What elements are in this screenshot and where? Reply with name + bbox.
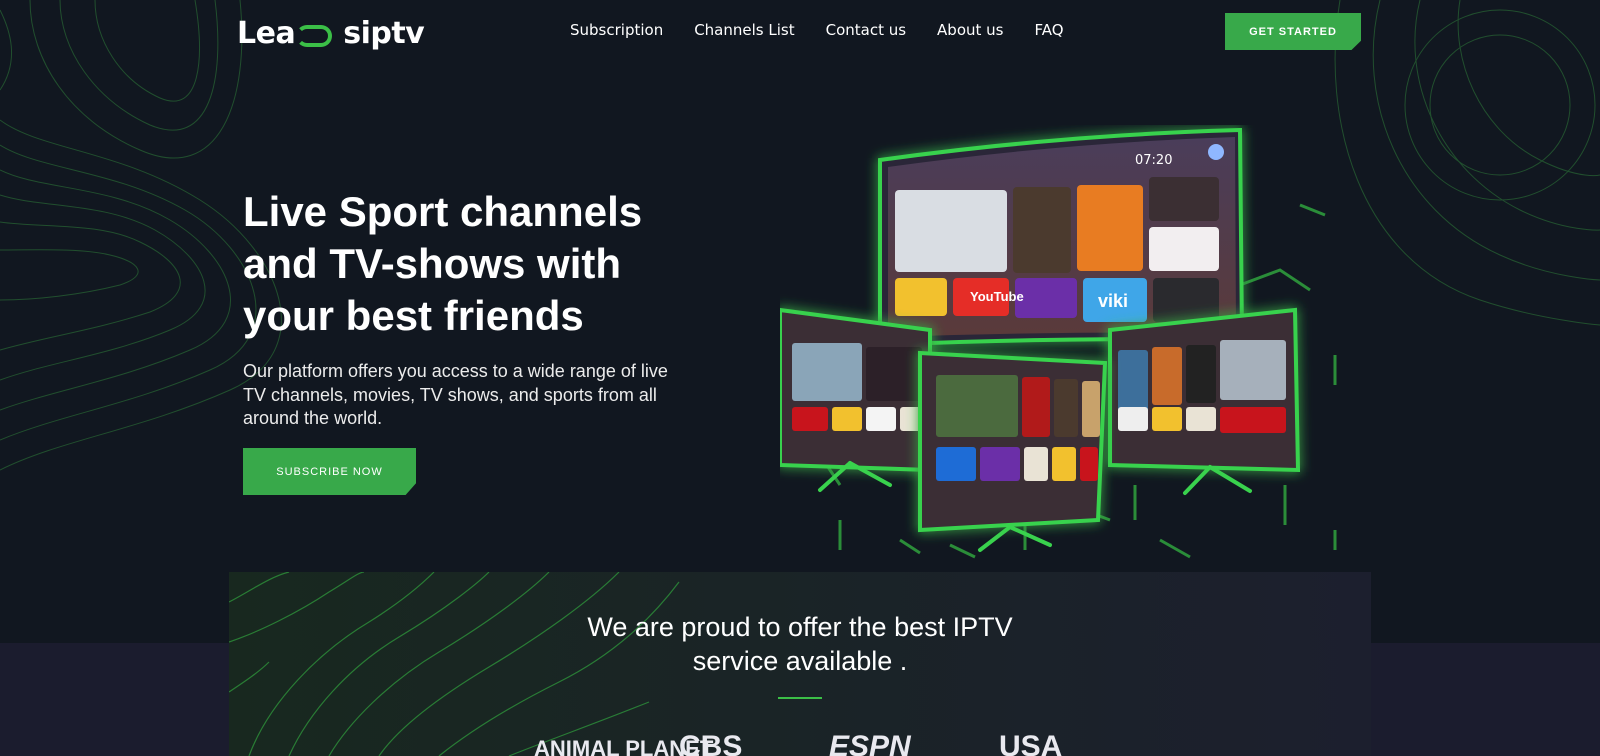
hero-title-line: and TV-shows with [243,240,622,287]
tile-youtube: YouTube [970,289,1024,304]
tile-viki: viki [1098,291,1128,311]
brand-usa-logo: USA [999,730,1063,756]
main-nav: Subscription Channels List Contact us Ab… [570,21,1064,39]
subscribe-now-button[interactable]: SUBSCRIBE NOW [243,448,416,495]
site-logo[interactable]: Lea siptv [237,14,425,52]
hero-title: Live Sport channels and TV-shows with yo… [243,186,703,342]
get-started-button[interactable]: GET STARTED [1225,13,1361,50]
proud-section: We are proud to offer the best IPTV serv… [229,572,1371,756]
proud-divider [778,697,822,699]
nav-about-us[interactable]: About us [937,21,1003,39]
nav-contact-us[interactable]: Contact us [826,21,906,39]
nav-subscription[interactable]: Subscription [570,21,663,39]
proud-title-line: We are proud to offer the best IPTV [587,612,1013,642]
logo-text-part2: siptv [343,15,425,51]
nav-channels-list[interactable]: Channels List [694,21,794,39]
site-header: Lea siptv Subscription Channels List Con… [0,0,1600,64]
brand-logos: ANIMAL PLANET CBS ESPN USA [534,730,1099,756]
brand-cbs-logo: CBS [679,730,743,756]
tv-screens-illustration: 07:20 YouTube viki [780,127,1337,559]
hero-description: Our platform offers you access to a wide… [243,361,668,428]
proud-title-line: service available . [692,646,908,676]
brand-animal-planet-logo: ANIMAL PLANET [534,736,714,756]
nav-faq[interactable]: FAQ [1035,21,1064,39]
logo-text-part1: Lea [237,15,296,51]
tv-clock: 07:20 [1135,153,1172,168]
proud-title: We are proud to offer the best IPTV serv… [229,610,1371,678]
hero-title-line: Live Sport channels [243,188,643,235]
brand-espn-logo: ESPN [829,730,911,756]
hero-title-line: your best friends [243,292,584,339]
logo-d-mark-icon [296,25,333,47]
